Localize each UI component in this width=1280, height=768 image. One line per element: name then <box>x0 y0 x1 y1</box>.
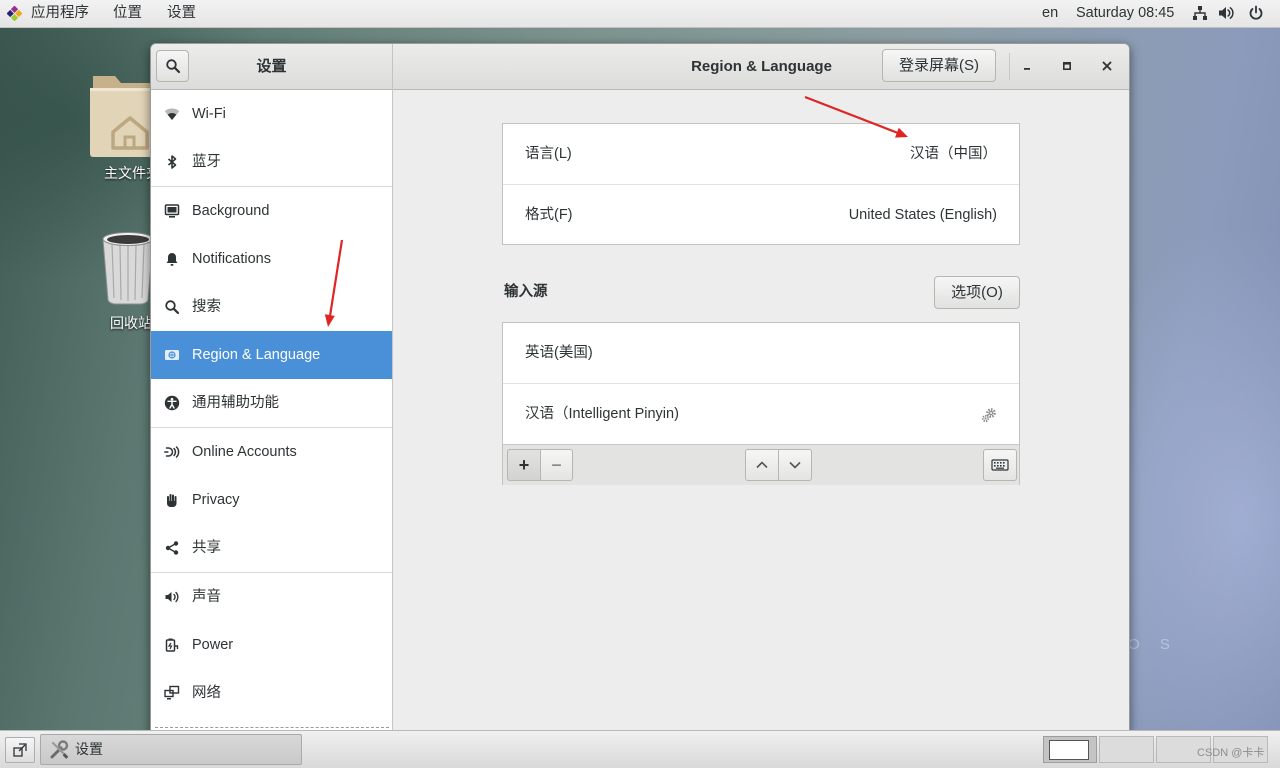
applications-menu-icon[interactable] <box>6 5 23 22</box>
settings-window: 设置 Region & Language 登录屏幕(S) Wi-Fi 蓝牙 Ba… <box>150 43 1130 743</box>
input-source-row[interactable]: 英语(美国) <box>503 323 1019 383</box>
login-screen-button[interactable]: 登录屏幕(S) <box>882 49 996 82</box>
sidebar-item-label: Region & Language <box>192 347 321 363</box>
maximize-button[interactable] <box>1055 54 1079 78</box>
add-input-source-button[interactable]: + <box>507 449 541 481</box>
search-icon <box>164 299 180 315</box>
language-label: 语言(L) <box>525 146 572 162</box>
search-button[interactable] <box>156 50 189 82</box>
minimize-button[interactable] <box>1015 54 1039 78</box>
region-language-panel: 语言(L) 汉语（中国） 格式(F) United States (Englis… <box>393 90 1129 742</box>
formats-row[interactable]: 格式(F) United States (English) <box>503 185 1019 245</box>
wifi-icon <box>164 106 180 122</box>
input-sources-list: 英语(美国) 汉语（Intelligent Pinyin) + − <box>502 322 1020 485</box>
watermark: CSDN @卡卡 <box>1197 747 1265 759</box>
options-button[interactable]: 选项(O) <box>934 276 1020 309</box>
sidebar-item-background[interactable]: Background <box>151 187 392 235</box>
show-keyboard-layout-button[interactable] <box>983 449 1017 481</box>
sound-icon <box>164 589 180 605</box>
workspace-2[interactable] <box>1099 736 1154 763</box>
privacy-icon <box>164 492 180 508</box>
sidebar: Wi-Fi 蓝牙 Background Notifications 搜索 Reg… <box>151 90 393 742</box>
trash-icon[interactable] <box>100 230 156 306</box>
move-down-button[interactable] <box>778 449 812 481</box>
sidebar-item-wifi[interactable]: Wi-Fi <box>151 90 392 138</box>
bluetooth-icon <box>164 154 180 170</box>
places-menu[interactable]: 位置 <box>113 0 142 26</box>
close-button[interactable] <box>1095 54 1119 78</box>
sidebar-item-privacy[interactable]: Privacy <box>151 476 392 524</box>
header-bar: 设置 Region & Language 登录屏幕(S) <box>151 44 1129 90</box>
input-source-label: 英语(美国) <box>525 345 593 361</box>
taskbar-window-settings[interactable]: 设置 <box>40 734 302 765</box>
input-sources-toolbar: + − <box>503 444 1019 485</box>
sidebar-item-label: Power <box>192 637 234 653</box>
power-icon[interactable] <box>1248 5 1264 21</box>
region-icon <box>164 347 180 363</box>
volume-icon[interactable] <box>1218 5 1234 21</box>
sidebar-item-sharing[interactable]: 共享 <box>151 524 392 572</box>
sidebar-item-label: Notifications <box>192 251 271 267</box>
taskbar: 设置 CSDN @卡卡 <box>0 730 1280 768</box>
sidebar-item-label: 通用辅助功能 <box>192 395 279 411</box>
online-accounts-icon <box>164 444 180 460</box>
sidebar-item-label: 蓝牙 <box>192 154 221 170</box>
sidebar-scroll-indicator <box>155 727 389 728</box>
gear-icon[interactable] <box>981 407 997 423</box>
show-desktop-icon <box>13 743 27 757</box>
move-up-button[interactable] <box>745 449 779 481</box>
network-icon <box>164 685 180 701</box>
settings-tools-icon <box>48 739 70 761</box>
taskbar-window-label: 设置 <box>75 741 103 757</box>
sidebar-item-bluetooth[interactable]: 蓝牙 <box>151 138 392 186</box>
sidebar-item-power[interactable]: Power <box>151 621 392 669</box>
language-row[interactable]: 语言(L) 汉语（中国） <box>503 124 1019 184</box>
accessibility-icon <box>164 395 180 411</box>
background-icon <box>164 203 180 219</box>
workspace-1[interactable] <box>1043 736 1097 763</box>
top-bar: 应用程序 位置 设置 en Saturday 08:45 <box>0 0 1280 28</box>
trash-label[interactable]: 回收站 <box>110 314 152 332</box>
show-desktop-button[interactable] <box>5 737 35 763</box>
remove-input-source-button[interactable]: − <box>540 449 573 481</box>
power-icon <box>164 637 180 653</box>
sidebar-item-notifications[interactable]: Notifications <box>151 235 392 283</box>
input-method-indicator[interactable]: en <box>1042 0 1058 26</box>
sidebar-item-label: 搜索 <box>192 299 221 315</box>
sidebar-item-label: Background <box>192 203 270 219</box>
sidebar-item-network[interactable]: 网络 <box>151 669 392 717</box>
sidebar-item-label: 共享 <box>192 540 221 556</box>
input-source-label: 汉语（Intelligent Pinyin) <box>525 406 679 422</box>
input-sources-title: 输入源 <box>504 284 548 300</box>
share-icon <box>164 540 180 556</box>
sidebar-item-sound[interactable]: 声音 <box>151 573 392 621</box>
sidebar-item-search[interactable]: 搜索 <box>151 283 392 331</box>
sidebar-item-label: Wi-Fi <box>192 106 226 122</box>
clock[interactable]: Saturday 08:45 <box>1076 0 1174 26</box>
notifications-icon <box>164 251 180 267</box>
sidebar-item-label: 声音 <box>192 589 221 605</box>
formats-label: 格式(F) <box>525 207 573 223</box>
applications-menu[interactable]: 应用程序 <box>31 0 89 26</box>
sidebar-item-label: Online Accounts <box>192 444 297 460</box>
header-separator <box>1009 53 1010 80</box>
sidebar-item-universal-access[interactable]: 通用辅助功能 <box>151 379 392 427</box>
sidebar-item-online-accounts[interactable]: Online Accounts <box>151 428 392 476</box>
sidebar-item-region-language[interactable]: Region & Language <box>151 331 392 379</box>
search-icon <box>165 58 181 74</box>
formats-value: United States (English) <box>848 207 997 223</box>
language-formats-list: 语言(L) 汉语（中国） 格式(F) United States (Englis… <box>502 123 1020 245</box>
language-value: 汉语（中国） <box>910 146 997 162</box>
workspace-window-thumb <box>1049 740 1089 760</box>
input-source-row[interactable]: 汉语（Intelligent Pinyin) <box>503 384 1019 444</box>
sidebar-item-label: Privacy <box>192 492 240 508</box>
wallpaper-text: O S <box>1128 636 1178 653</box>
settings-app-menu[interactable]: 设置 <box>167 0 196 26</box>
network-icon[interactable] <box>1192 5 1208 21</box>
sidebar-item-label: 网络 <box>192 685 221 701</box>
